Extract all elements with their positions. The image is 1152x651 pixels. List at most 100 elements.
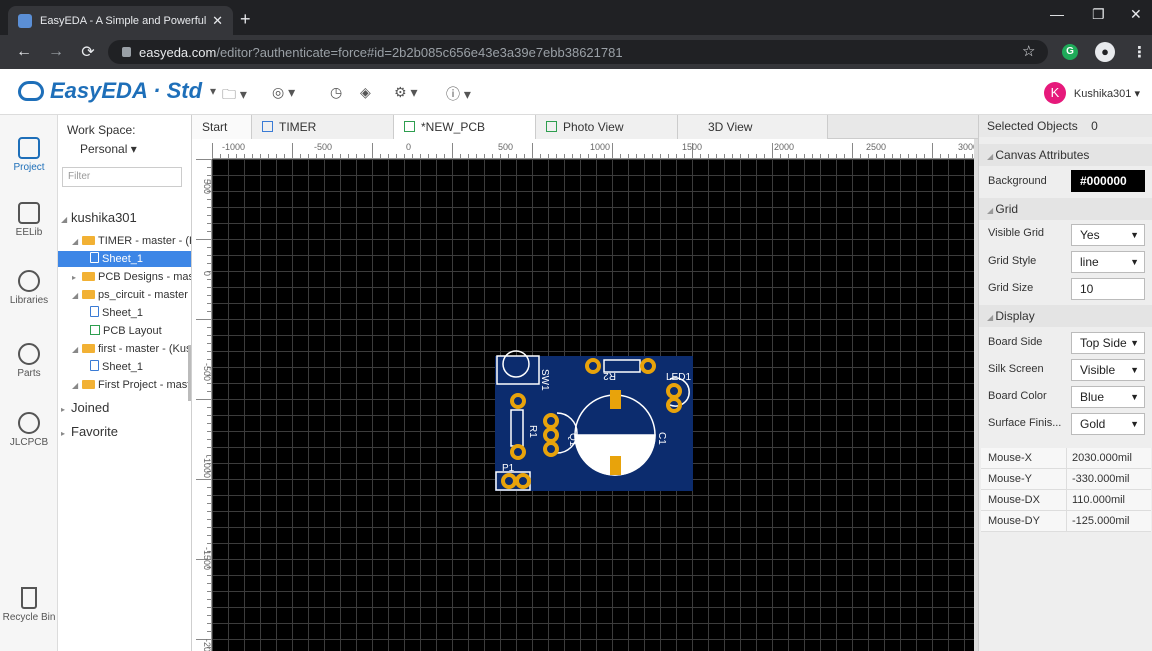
tab-timer[interactable]: TIMER bbox=[252, 115, 394, 139]
tab-start[interactable]: Start bbox=[192, 115, 252, 139]
tree-project-timer[interactable]: ◢ TIMER - master - (Kushika301) bbox=[58, 233, 191, 249]
mouse-x-value: 2030.000mil bbox=[1072, 452, 1132, 464]
reload-icon[interactable]: ⟳ bbox=[80, 42, 96, 62]
easyeda-favicon-icon bbox=[18, 13, 32, 28]
tree-item-ps-sheet1[interactable]: Sheet_1 bbox=[58, 305, 191, 321]
project-tree-panel: Work Space: Personal ▾ Filter ◢ kushika30… bbox=[58, 115, 192, 651]
help-icon[interactable]: ⓘ ▾ bbox=[446, 84, 471, 104]
tab-photo-view-label: Photo View bbox=[563, 120, 624, 134]
easyeda-logo[interactable]: EasyEDA · Std ▾ bbox=[18, 78, 216, 104]
tree-project-ps-circuit[interactable]: ◢ ps_circuit - master bbox=[58, 287, 191, 303]
pcb-canvas[interactable]: SW1 R2 LED1 R1 Q1 C1 P1 bbox=[212, 159, 974, 651]
visible-grid-label: Visible Grid bbox=[988, 227, 1045, 239]
grid-header[interactable]: ◢ Grid bbox=[979, 198, 1152, 220]
ref-p1: P1 bbox=[502, 463, 515, 474]
photo-view-icon bbox=[546, 121, 557, 132]
folder-icon bbox=[82, 290, 95, 299]
restore-window-icon[interactable]: ❐ bbox=[1092, 6, 1105, 23]
tree-project-first[interactable]: ◢ first - master - (Kushika301) bbox=[58, 341, 191, 357]
left-icon-rail: Project EELib Libraries Parts JLCPCB Rec… bbox=[0, 115, 58, 651]
rail-eelib-label: EELib bbox=[15, 227, 43, 238]
grammarly-extension-icon[interactable]: G bbox=[1062, 44, 1078, 60]
user-name: Kushika301 ▾ bbox=[1073, 87, 1140, 100]
tab-photo-view[interactable]: Photo View bbox=[536, 115, 678, 139]
close-tab-icon[interactable]: ✕ bbox=[212, 13, 223, 29]
tree-project-first-project[interactable]: ◢ First Project - master bbox=[58, 377, 192, 393]
tree-item-label: Sheet_1 bbox=[102, 307, 143, 319]
mouse-coordinates-table: Mouse-X 2030.000mil Mouse-Y -330.000mil Mo… bbox=[981, 448, 1151, 532]
tree-item-timer-sheet1[interactable]: Sheet_1 bbox=[58, 251, 191, 267]
minimize-window-icon[interactable]: — bbox=[1050, 6, 1064, 22]
tree-item-pcb-layout[interactable]: PCB Layout bbox=[58, 323, 191, 339]
pcb-icon bbox=[90, 325, 100, 335]
workspace-select[interactable]: Personal ▾ bbox=[80, 142, 137, 156]
tab-3d-view-label: 3D View bbox=[708, 120, 753, 134]
board-color-select[interactable]: Blue ▼ bbox=[1071, 386, 1145, 408]
close-window-icon[interactable]: ✕ bbox=[1130, 6, 1142, 23]
logo-dropdown-icon[interactable]: ▾ bbox=[210, 84, 216, 98]
file-menu-icon[interactable]: 🗀 ▾ bbox=[222, 84, 247, 108]
tab-new-pcb[interactable]: *NEW_PCB bbox=[394, 115, 536, 139]
tree-user-root[interactable]: ◢ kushika301 bbox=[58, 207, 191, 229]
ruler-tick-label: -1500 bbox=[202, 547, 212, 570]
rail-recycle-bin[interactable]: Recycle Bin bbox=[0, 587, 58, 623]
url-field[interactable]: easyeda.com /editor?authenticate=force#i… bbox=[108, 40, 1048, 64]
tree-joined-label: Joined bbox=[71, 400, 110, 415]
layers-icon[interactable]: ◈ bbox=[360, 84, 371, 101]
lock-icon bbox=[122, 47, 131, 57]
rail-libraries[interactable]: Libraries bbox=[0, 270, 58, 306]
dropdown-arrow-icon: ▼ bbox=[1130, 338, 1139, 348]
view-menu-icon[interactable]: ◎ ▾ bbox=[272, 84, 295, 101]
mouse-x-label: Mouse-X bbox=[981, 448, 1067, 468]
user-menu[interactable]: K Kushika301 ▾ bbox=[1043, 82, 1140, 104]
tab-3d-view[interactable]: 3D View bbox=[678, 115, 828, 139]
tree-joined[interactable]: ▸ Joined bbox=[58, 397, 191, 419]
board-side-select[interactable]: Top Side ▼ bbox=[1071, 332, 1145, 354]
ruler-tick-label: 2000 bbox=[774, 142, 794, 152]
pad-c1-2[interactable] bbox=[610, 456, 621, 475]
rail-project[interactable]: Project bbox=[0, 137, 58, 173]
back-arrow-icon[interactable]: ← bbox=[16, 43, 32, 61]
visible-grid-select[interactable]: Yes ▼ bbox=[1071, 224, 1145, 246]
browser-profile-icon[interactable]: ● bbox=[1095, 42, 1115, 62]
pcb-board[interactable] bbox=[495, 356, 693, 491]
settings-gear-icon[interactable]: ⚙ ▾ bbox=[394, 84, 417, 101]
folder-icon bbox=[82, 380, 95, 389]
expanded-arrow-icon: ◢ bbox=[72, 291, 79, 300]
tree-filter-input[interactable]: Filter bbox=[62, 167, 182, 187]
pad-c1-1[interactable] bbox=[610, 390, 621, 409]
workspace-label: Work Space: bbox=[67, 123, 136, 137]
new-tab-button[interactable]: + bbox=[240, 9, 251, 30]
ruler-tick-label: -2000 bbox=[202, 639, 212, 651]
tree-project-label: ps_circuit - master bbox=[98, 289, 188, 301]
surface-finish-select[interactable]: Gold ▼ bbox=[1071, 413, 1145, 435]
rail-parts[interactable]: Parts bbox=[0, 343, 58, 379]
board-side-label: Board Side bbox=[988, 336, 1043, 348]
folder-icon bbox=[82, 344, 95, 353]
canvas-attributes-header[interactable]: ◢ Canvas Attributes bbox=[979, 144, 1152, 166]
history-icon[interactable]: ◷ bbox=[330, 84, 342, 101]
dropdown-arrow-icon: ▼ bbox=[1130, 419, 1139, 429]
surface-finish-value: Gold bbox=[1080, 417, 1106, 431]
pcb-drawing[interactable]: SW1 R2 LED1 R1 Q1 C1 P1 bbox=[212, 159, 974, 651]
browser-menu-icon[interactable]: ⋮ bbox=[1132, 43, 1147, 61]
browser-tab[interactable]: EasyEDA - A Simple and Powerful Electron… bbox=[8, 6, 233, 35]
document-tabs: Start TIMER *NEW_PCB Photo View 3D View bbox=[192, 115, 978, 139]
background-color-field[interactable]: #000000 bbox=[1071, 170, 1145, 192]
bookmark-star-icon[interactable]: ☆ bbox=[1022, 42, 1035, 60]
rail-parts-label: Parts bbox=[17, 368, 41, 379]
forward-arrow-icon[interactable]: → bbox=[48, 43, 64, 61]
rail-jlcpcb[interactable]: JLCPCB bbox=[0, 412, 58, 448]
silk-screen-select[interactable]: Visible ▼ bbox=[1071, 359, 1145, 381]
tree-project-pcb-designs[interactable]: ▸ PCB Designs - master bbox=[58, 269, 191, 285]
horizontal-ruler-ticks: -1000 -500 0 500 1000 1500 2000 2500 3000 bbox=[212, 142, 978, 158]
tree-project-label: First Project - master bbox=[98, 379, 192, 391]
tree-favorite-label: Favorite bbox=[71, 424, 118, 439]
ref-c1: C1 bbox=[656, 432, 667, 445]
grid-size-input[interactable]: 10 bbox=[1071, 278, 1145, 300]
tree-item-first-sheet1[interactable]: Sheet_1 bbox=[58, 359, 191, 375]
rail-eelib[interactable]: EELib bbox=[0, 202, 58, 238]
grid-style-select[interactable]: line ▼ bbox=[1071, 251, 1145, 273]
tree-favorite[interactable]: ▸ Favorite bbox=[58, 421, 191, 443]
display-header[interactable]: ◢ Display bbox=[979, 305, 1152, 327]
